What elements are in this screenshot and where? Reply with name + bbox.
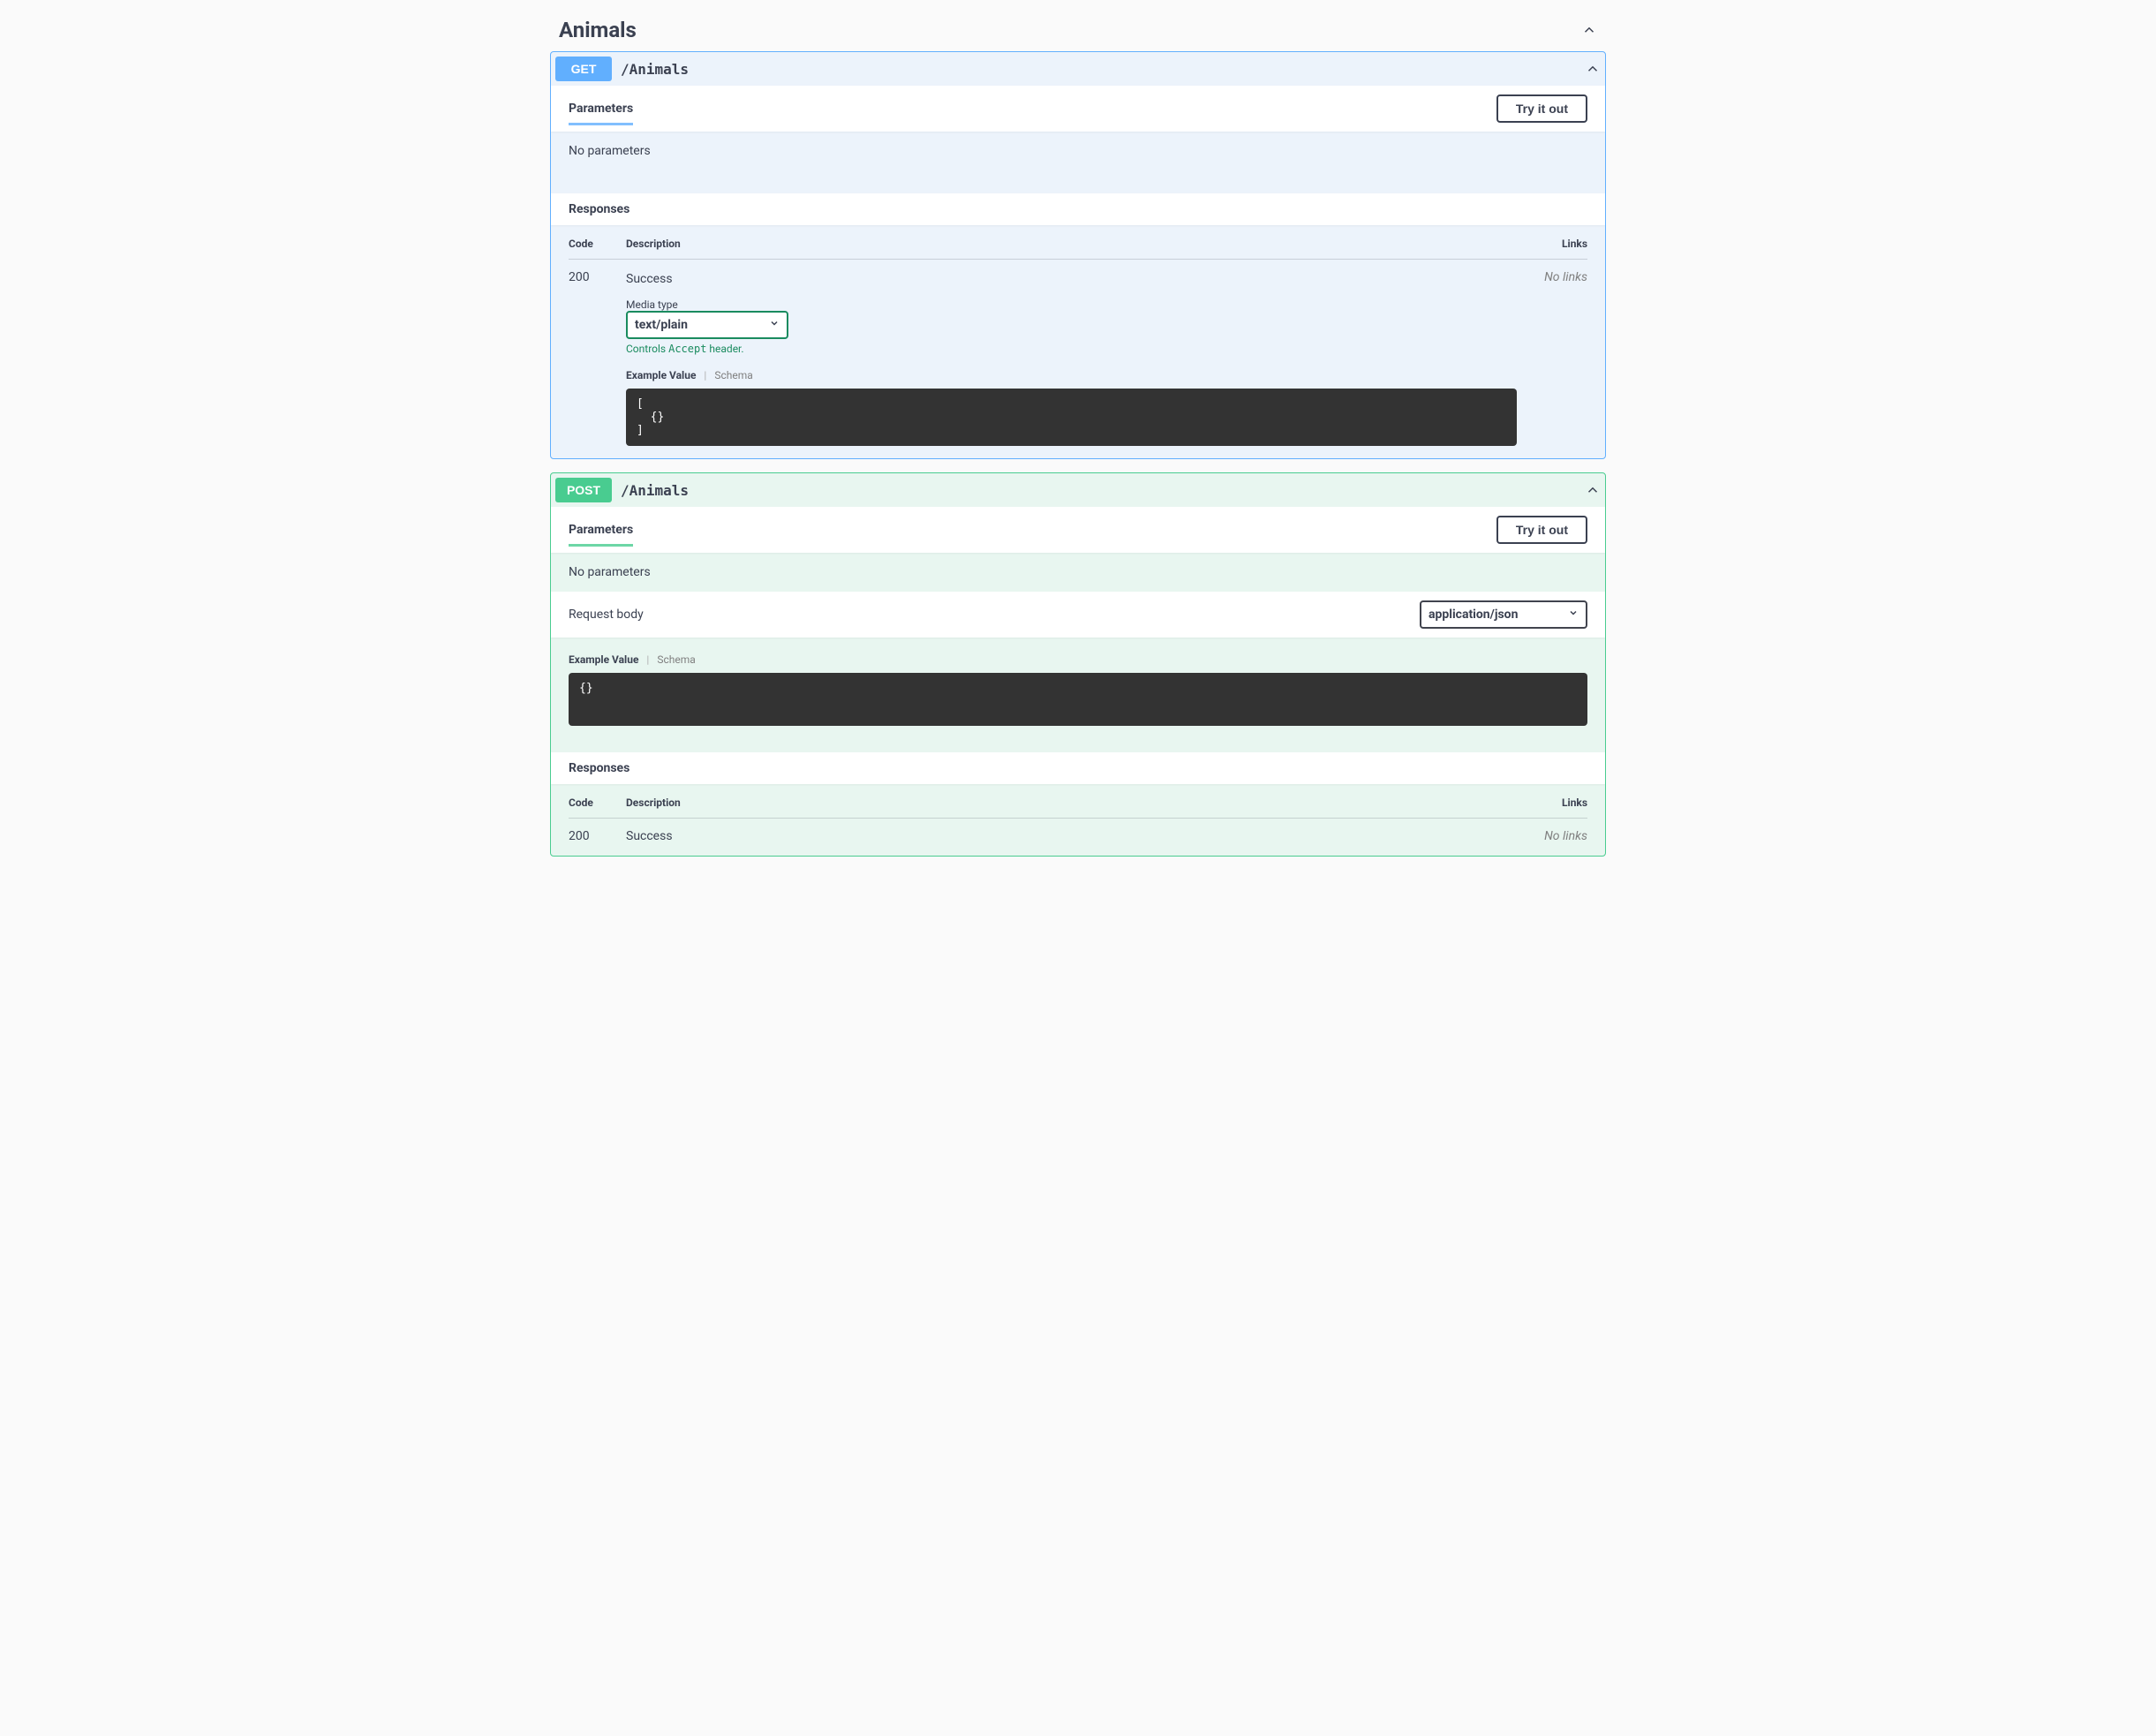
tab-schema[interactable]: Schema [714, 369, 752, 381]
operation-get-animals: GET /Animals Parameters Try it out No pa… [550, 51, 1606, 459]
method-badge-post: POST [555, 478, 612, 502]
try-it-out-button[interactable]: Try it out [1496, 516, 1587, 544]
no-parameters-text: No parameters [569, 144, 1587, 158]
response-code: 200 [569, 270, 626, 446]
tab-example-value[interactable]: Example Value [569, 653, 638, 666]
th-description: Description [626, 238, 1517, 250]
response-links: No links [1517, 270, 1587, 446]
th-code: Code [569, 796, 626, 809]
request-body-title: Request body [569, 608, 644, 622]
request-body-header: Request body application/json [551, 592, 1605, 638]
th-links: Links [1517, 796, 1587, 809]
tag-title: Animals [559, 18, 637, 42]
parameters-header: Parameters Try it out [551, 86, 1605, 132]
responses-title: Responses [569, 202, 629, 216]
chevron-down-icon [1568, 608, 1579, 622]
accept-hint: Controls Accept header. [626, 343, 1517, 355]
response-row: 200 Success Media type text/plain Contro… [569, 260, 1587, 446]
chevron-up-icon [1581, 22, 1597, 38]
parameters-tab[interactable]: Parameters [569, 523, 633, 547]
try-it-out-button[interactable]: Try it out [1496, 94, 1587, 123]
operation-path: /Animals [621, 482, 689, 499]
media-type-select[interactable]: text/plain [626, 311, 788, 339]
response-links: No links [1517, 829, 1587, 843]
tab-example-value[interactable]: Example Value [626, 369, 696, 381]
no-parameters-text: No parameters [569, 565, 1587, 579]
chevron-down-icon [769, 318, 780, 332]
responses-table-header: Code Description Links [569, 796, 1587, 819]
content-type-value: application/json [1429, 608, 1518, 622]
responses-title: Responses [569, 761, 629, 775]
example-schema-tabs: Example Value | Schema [569, 653, 1587, 666]
example-code: [ {} ] [626, 389, 1517, 446]
responses-body: Code Description Links 200 Success Media… [551, 225, 1605, 458]
method-badge-get: GET [555, 57, 612, 81]
example-code: {} [569, 673, 1587, 726]
request-body-body: Example Value | Schema {} [551, 638, 1605, 752]
tag-header[interactable]: Animals [550, 9, 1606, 51]
th-description: Description [626, 796, 1517, 809]
th-links: Links [1517, 238, 1587, 250]
operation-summary[interactable]: GET /Animals [551, 52, 1605, 86]
th-code: Code [569, 238, 626, 250]
tab-schema[interactable]: Schema [657, 653, 695, 666]
response-description: Success [626, 272, 1517, 286]
operation-post-animals: POST /Animals Parameters Try it out No p… [550, 472, 1606, 857]
responses-body: Code Description Links 200 Success No li… [551, 784, 1605, 856]
parameters-header: Parameters Try it out [551, 507, 1605, 553]
parameters-tab[interactable]: Parameters [569, 102, 633, 125]
media-type-label: Media type [626, 298, 1517, 311]
responses-table-header: Code Description Links [569, 238, 1587, 260]
response-description-cell: Success Media type text/plain Controls A… [626, 270, 1517, 446]
responses-header: Responses [551, 752, 1605, 784]
chevron-up-icon [1585, 61, 1601, 77]
responses-header: Responses [551, 193, 1605, 225]
chevron-up-icon [1585, 482, 1601, 498]
parameters-body: No parameters [551, 132, 1605, 193]
operation-summary[interactable]: POST /Animals [551, 473, 1605, 507]
parameters-body: No parameters [551, 553, 1605, 592]
example-schema-tabs: Example Value | Schema [626, 369, 1517, 381]
content-type-select[interactable]: application/json [1420, 600, 1587, 629]
operation-path: /Animals [621, 61, 689, 78]
response-row: 200 Success No links [569, 819, 1587, 843]
response-description: Success [626, 829, 1517, 843]
media-type-value: text/plain [635, 318, 688, 332]
response-code: 200 [569, 829, 626, 843]
